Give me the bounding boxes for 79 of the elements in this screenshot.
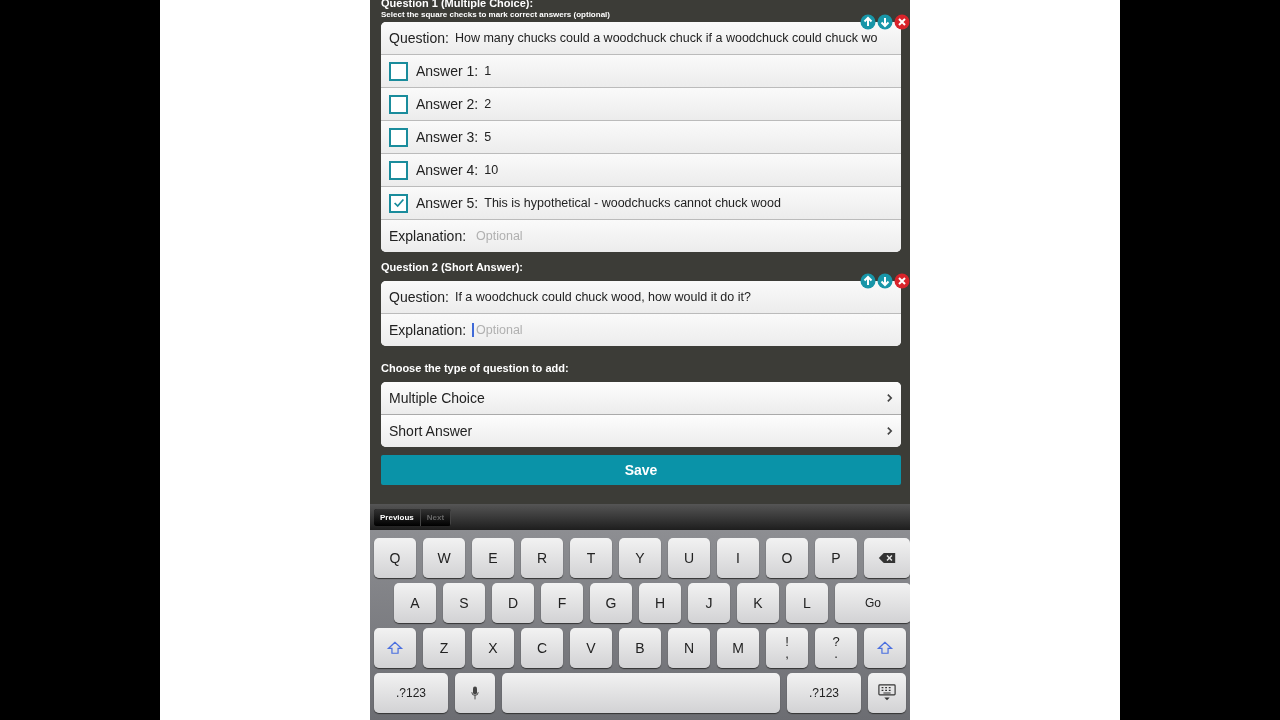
letter-key[interactable]: P <box>815 538 857 578</box>
letter-key[interactable]: I <box>717 538 759 578</box>
letter-key[interactable]: O <box>766 538 808 578</box>
shift-icon <box>876 641 894 655</box>
chevron-icon <box>886 393 893 403</box>
letter-key[interactable]: G <box>590 583 632 623</box>
form-nav-button[interactable]: Previous <box>374 508 421 526</box>
answer-field[interactable]: 5 <box>484 130 492 144</box>
move-down-icon[interactable] <box>877 14 893 30</box>
checkbox[interactable] <box>389 193 408 213</box>
punctuation-key[interactable]: ! , <box>766 628 808 668</box>
checkbox[interactable] <box>389 61 408 81</box>
delete-icon[interactable] <box>894 273 910 289</box>
field-label: Answer 3: <box>416 129 479 145</box>
question-field[interactable]: How many chucks could a woodchuck chuck if a woodchuck could chuck wo <box>454 31 878 45</box>
backspace-key[interactable] <box>864 538 910 578</box>
answer-field[interactable]: This is hypothetical - woodchucks cannot chuck wood <box>484 196 781 210</box>
numbers-key[interactable]: .?123 <box>787 673 861 713</box>
move-up-icon[interactable] <box>860 273 876 289</box>
chevron-icon <box>886 426 893 436</box>
shift-key[interactable] <box>374 628 416 668</box>
section-title: Question 2 (Short Answer): <box>381 261 524 273</box>
letter-key[interactable]: W <box>423 538 465 578</box>
shift-icon <box>386 641 404 655</box>
answer-field[interactable]: 10 <box>484 163 499 177</box>
field-label: Question: <box>389 30 449 46</box>
backspace-icon <box>878 551 896 565</box>
section-title: Question 1 (Multiple Choice): <box>381 0 535 9</box>
letter-key[interactable]: Y <box>619 538 661 578</box>
question-type-item[interactable]: Multiple Choice <box>381 382 901 414</box>
letter-key[interactable]: R <box>521 538 563 578</box>
question-field[interactable]: If a woodchuck could chuck wood, how would it do it? <box>454 290 751 304</box>
letter-key[interactable]: U <box>668 538 710 578</box>
field-label: Question: <box>389 289 449 305</box>
letter-key[interactable]: T <box>570 538 612 578</box>
letter-key[interactable]: E <box>472 538 514 578</box>
letter-key[interactable]: Z <box>423 628 465 668</box>
go-key[interactable]: Go <box>835 583 911 623</box>
letter-key[interactable]: J <box>688 583 730 623</box>
shift-key[interactable] <box>864 628 906 668</box>
letter-key[interactable]: H <box>639 583 681 623</box>
microphone-icon <box>471 685 479 701</box>
numbers-key[interactable]: .?123 <box>374 673 448 713</box>
field-label: Answer 2: <box>416 96 479 112</box>
question-type-item[interactable]: Short Answer <box>381 414 901 447</box>
dictation-key[interactable] <box>455 673 495 713</box>
letter-key[interactable]: X <box>472 628 514 668</box>
field-label: Answer 5: <box>416 195 479 211</box>
check-icon <box>391 196 406 210</box>
hide-keyboard-icon <box>878 683 896 703</box>
checkbox[interactable] <box>389 160 408 180</box>
letter-key[interactable]: Q <box>374 538 416 578</box>
letter-key[interactable]: L <box>786 583 828 623</box>
checkbox[interactable] <box>389 127 408 147</box>
letter-key[interactable]: F <box>541 583 583 623</box>
letter-key[interactable]: S <box>443 583 485 623</box>
delete-icon[interactable] <box>894 14 910 30</box>
checkbox[interactable] <box>389 94 408 114</box>
hint-text: Select the square checks to mark correct answers (optional) <box>381 9 611 20</box>
section-title: Choose the type of question to add: <box>381 362 570 374</box>
field-label: Answer 1: <box>416 63 479 79</box>
field-label: Answer 4: <box>416 162 479 178</box>
letter-key[interactable]: V <box>570 628 612 668</box>
letter-key[interactable]: D <box>492 583 534 623</box>
letter-key[interactable]: N <box>668 628 710 668</box>
field-label: Explanation: <box>389 228 467 244</box>
punctuation-key[interactable]: ? . <box>815 628 857 668</box>
letter-key[interactable]: K <box>737 583 779 623</box>
move-up-icon[interactable] <box>860 14 876 30</box>
field-label: Explanation: <box>389 322 467 338</box>
letter-key[interactable]: C <box>521 628 563 668</box>
letter-key[interactable]: A <box>394 583 436 623</box>
letter-key[interactable]: M <box>717 628 759 668</box>
hide-keyboard-key[interactable] <box>868 673 906 713</box>
answer-field[interactable]: 1 <box>484 64 492 78</box>
answer-field[interactable]: 2 <box>484 97 492 111</box>
letter-key[interactable]: B <box>619 628 661 668</box>
save-button[interactable]: Save <box>381 455 901 485</box>
move-down-icon[interactable] <box>877 273 893 289</box>
